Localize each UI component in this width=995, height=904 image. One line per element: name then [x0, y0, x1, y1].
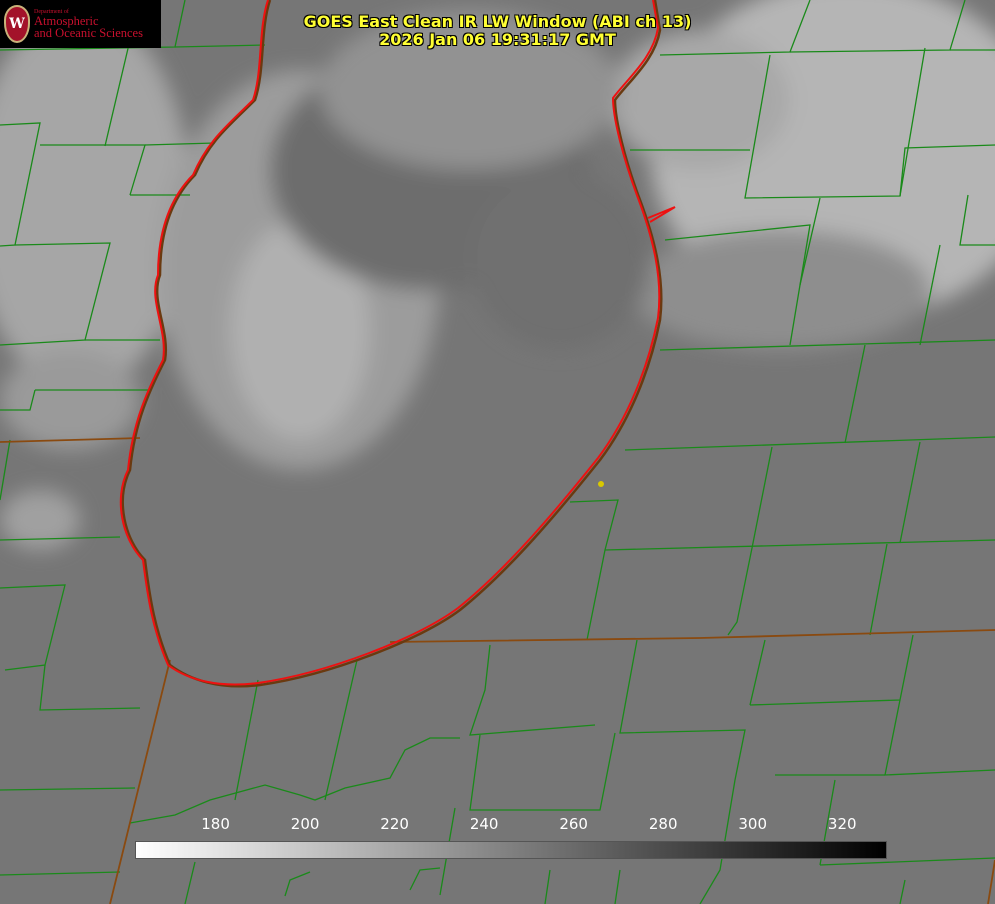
colorbar-tick-label: 220: [380, 815, 409, 833]
colorbar-tick-label: 320: [827, 815, 857, 833]
colorbar-tick-label: 180: [201, 815, 230, 833]
colorbar-tick-label: 280: [648, 815, 678, 833]
colorbar-tick-label: 260: [559, 815, 588, 833]
colorbar: [135, 841, 887, 859]
satellite-image-viewer: W Department of Atmospheric and Oceanic …: [0, 0, 995, 904]
image-title: GOES East Clean IR LW Window (ABI ch 13): [303, 12, 692, 31]
station-marker: [598, 481, 604, 487]
satellite-map: [0, 0, 995, 904]
colorbar-tick-label: 300: [738, 815, 768, 833]
colorbar-tick-label: 240: [469, 815, 499, 833]
colorbar-tick-label: 200: [290, 815, 320, 833]
image-timestamp: 2026 Jan 06 19:31:17 GMT: [379, 30, 616, 49]
